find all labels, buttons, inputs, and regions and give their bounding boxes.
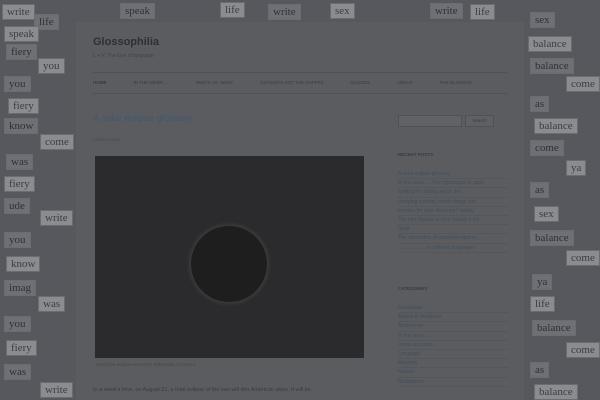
category-link[interactable]: Language (398, 350, 508, 360)
bg-word-tile: fiery (8, 98, 39, 114)
bg-word-tile: balance (530, 230, 574, 246)
bg-word-tile: balance (534, 384, 578, 400)
bg-word-tile: come (566, 342, 600, 358)
category-link[interactable]: In the news … (398, 332, 508, 341)
bg-word-tile: know (4, 118, 39, 134)
leave-reply-link[interactable]: Leave a reply (93, 137, 120, 142)
bg-word-tile: as (530, 182, 550, 198)
recent-post-link[interactable]: In the news … The importance of good (398, 179, 508, 189)
recent-post-link[interactable]: The discomfort of unspoken spaces … (398, 234, 508, 244)
recent-post-link[interactable]: Spelt (398, 225, 508, 235)
recent-posts-heading: RECENT POSTS (398, 152, 434, 157)
bg-word-tile: was (4, 364, 32, 380)
recent-posts-list: A solar eclipse glossary In the news … T… (398, 170, 508, 253)
bg-word-tile: balance (530, 58, 574, 74)
nav-item-gaffes[interactable]: GLOSSO'S GOT THE GAFFES (260, 73, 323, 93)
nav-item-in-the-news[interactable]: IN THE NEWS … (134, 73, 169, 93)
recent-post-link[interactable]: The mid-Atlantic accent: plainly it not (398, 216, 508, 226)
post-title[interactable]: A solar eclipse glossary (93, 113, 192, 124)
bg-word-tile: you (4, 316, 31, 332)
bg-word-tile: sex (534, 206, 559, 222)
bg-word-tile: balance (532, 320, 576, 336)
categories-list: Accentuate Aphids & Headlines Anathemas … (398, 304, 508, 387)
bg-word-tile: as (530, 96, 550, 112)
categories-heading: CATEGORIES (398, 286, 428, 291)
recent-post-link[interactable]: spelling for dating and in the (398, 188, 508, 198)
category-link[interactable]: Neologisms (398, 378, 508, 387)
nav-item-about[interactable]: ABOUT (397, 73, 413, 93)
category-link[interactable]: Anathemas (398, 322, 508, 332)
search-button[interactable]: Search (465, 115, 494, 127)
bg-word-tile: life (470, 4, 495, 20)
bg-word-tile: come (566, 76, 600, 92)
bg-word-tile: write (430, 3, 463, 19)
bg-word-tile: write (2, 4, 35, 20)
bg-word-tile: ude (4, 198, 30, 214)
bg-word-tile: know (6, 256, 41, 272)
category-link[interactable]: Aphids & Headlines (398, 313, 508, 323)
bg-word-tile: sex (530, 12, 555, 28)
bg-word-tile: as (530, 362, 550, 378)
moon-disc (191, 226, 267, 302)
bg-word-tile: balance (534, 118, 578, 134)
bg-word-tile: come (40, 134, 74, 150)
site-description: L + V: The love of language (93, 53, 154, 59)
nav-item-whos-vs-whats[interactable]: WHO'S VS. WHAT (196, 73, 234, 93)
bg-word-tile: come (530, 140, 564, 156)
bg-word-tile: speak (120, 3, 156, 19)
category-link[interactable]: Accentuate (398, 304, 508, 314)
bg-word-tile: ya (566, 160, 587, 176)
bg-word-tile: fiery (6, 44, 37, 60)
recent-post-link[interactable]: A solar eclipse glossary (398, 170, 508, 180)
bg-word-tile: sex (330, 3, 355, 19)
nav-item-the-glossos[interactable]: THE GLOSSOS (439, 73, 471, 93)
bg-word-tile: fiery (4, 176, 35, 192)
bg-word-tile: fiery (6, 340, 37, 356)
nav-item-quizzes[interactable]: QUIZZES (350, 73, 370, 93)
bg-word-tile: life (530, 296, 555, 312)
bg-word-tile: write (268, 4, 301, 20)
bg-word-tile: was (6, 154, 34, 170)
bg-word-tile: balance (528, 36, 572, 52)
bg-word-tile: was (38, 296, 66, 312)
content-page: Glossophilia L + V: The love of language… (76, 22, 524, 400)
recent-post-link[interactable]: …………….. in different languages (398, 244, 508, 253)
bg-word-tile: you (38, 58, 65, 74)
category-link[interactable]: Meaning (398, 359, 508, 369)
bg-word-tile: ya (532, 274, 553, 290)
bg-word-tile: speak (4, 26, 40, 42)
site-title[interactable]: Glossophilia (93, 36, 159, 48)
bg-word-tile: write (40, 210, 73, 226)
search-input[interactable] (398, 115, 462, 127)
bg-word-tile: life (220, 2, 245, 18)
nav-item-home[interactable]: HOME (93, 73, 107, 93)
bg-word-tile: imag (4, 280, 36, 296)
photo-caption: Total solar eclipse seen from Wikimedia … (95, 362, 196, 367)
bg-word-tile: you (4, 232, 31, 248)
main-nav: HOME IN THE NEWS … WHO'S VS. WHAT GLOSSO… (93, 72, 507, 94)
eclipse-photo (95, 156, 364, 358)
category-link[interactable]: Names (398, 368, 508, 378)
recent-post-link[interactable]: females for sale: Amazing? webby (398, 207, 508, 217)
bg-word-tile: come (566, 250, 600, 266)
bg-word-tile: write (40, 382, 73, 398)
bg-word-tile: you (4, 76, 31, 92)
category-link[interactable]: Jokes and puns (398, 341, 508, 351)
recent-post-link[interactable]: dropping subway, words things and (398, 198, 508, 207)
post-body: In a week's time, on August 21, a total … (93, 387, 311, 393)
